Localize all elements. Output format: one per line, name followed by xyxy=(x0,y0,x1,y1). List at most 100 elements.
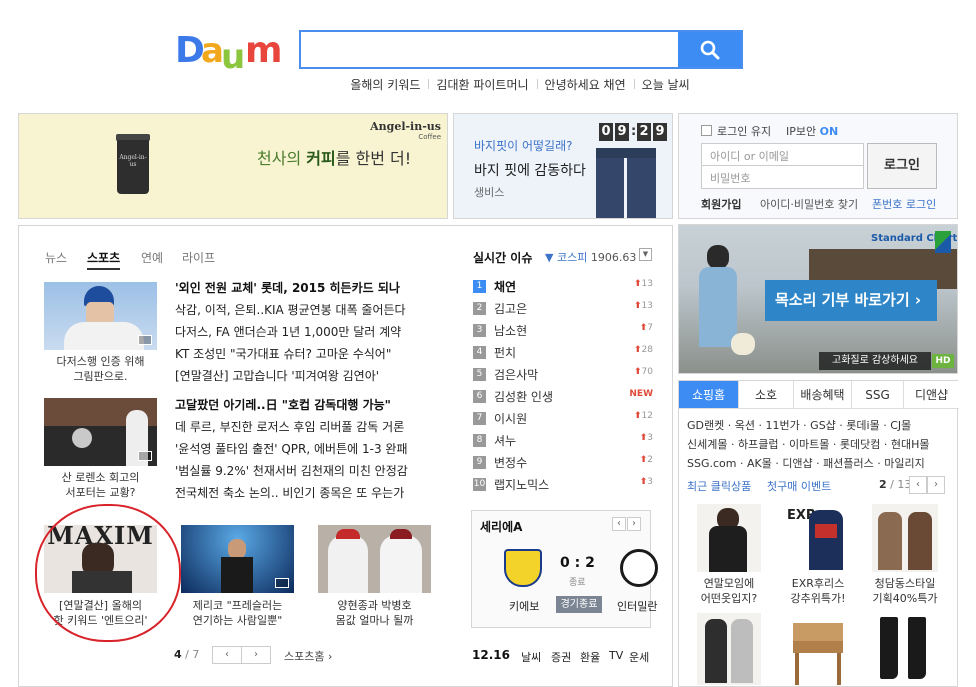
league-prev-button[interactable]: ‹ xyxy=(612,517,626,531)
news-link[interactable]: '윤석영 풀타임 출전' QPR, 에버튼에 1-3 완패 xyxy=(175,440,407,457)
product-caption[interactable]: 청담동스타일 기획40%특가 xyxy=(865,576,945,606)
search-input[interactable] xyxy=(301,32,681,67)
rank-item[interactable]: 8 셔누 ⬆3 xyxy=(473,432,653,452)
league-next-button[interactable]: › xyxy=(627,517,641,531)
rank-item[interactable]: 3 남소현 ⬆7 xyxy=(473,322,653,342)
news-thumbnail-wwe[interactable] xyxy=(181,525,294,593)
rank-item[interactable]: 4 펀치 ⬆28 xyxy=(473,344,653,364)
product-image-coat[interactable] xyxy=(872,504,938,572)
news-link[interactable]: KT 조성민 "국가대표 슈터? 고마운 수식어" xyxy=(175,345,391,362)
signup-link[interactable]: 회원가입 xyxy=(701,196,741,212)
rank-item[interactable]: 9 변정수 ⬆2 xyxy=(473,454,653,474)
tab-life[interactable]: 라이프 xyxy=(182,249,215,266)
product-image-boots[interactable] xyxy=(872,613,938,685)
exchange-link[interactable]: 환율 xyxy=(580,649,600,665)
tab-delivery[interactable]: 배송혜택 xyxy=(794,381,852,409)
news-link[interactable]: '범실률 9.2%' 천재서버 김천재의 미친 안정감 xyxy=(175,462,408,479)
ip-security-label[interactable]: IP보안 ON xyxy=(786,123,838,139)
product-caption[interactable]: EXR후리스 강추위특가! xyxy=(778,576,858,606)
keyword-link[interactable]: 오늘 날씨 xyxy=(633,76,698,93)
find-account-link[interactable]: 아이디·비밀번호 찾기 xyxy=(760,196,858,212)
rank-change-value: 2 xyxy=(647,455,653,465)
first-purchase-link[interactable]: 첫구매 이벤트 xyxy=(767,478,831,494)
away-team[interactable]: 인터밀란 xyxy=(617,598,657,614)
keep-login-label[interactable]: 로그인 유지 xyxy=(717,123,771,139)
product-caption[interactable]: 연말모임에 어떤옷입지? xyxy=(689,576,769,606)
keyword-link[interactable]: 올해의 키워드 xyxy=(342,76,428,93)
tab-soho[interactable]: 소호 xyxy=(739,381,794,409)
product-image-desk[interactable] xyxy=(783,613,853,685)
tab-shopping-home[interactable]: 쇼핑홈 xyxy=(679,381,739,409)
tv-link[interactable]: TV xyxy=(609,649,623,662)
tab-entertainment[interactable]: 연예 xyxy=(141,249,163,266)
news-headline[interactable]: '외인 전원 교체' 롯데, 2015 히든카드 되나 xyxy=(175,279,400,296)
home-team[interactable]: 키에보 xyxy=(509,598,539,614)
fortune-link[interactable]: 운세 xyxy=(629,649,649,665)
keep-login-checkbox[interactable] xyxy=(701,125,712,136)
news-link[interactable]: [연말결산] 고맙습니다 '피겨여왕 김연아' xyxy=(175,367,379,384)
rank-item[interactable]: 2 김고은 ⬆13 xyxy=(473,300,653,320)
rank-keyword: 변정수 xyxy=(494,456,528,470)
login-button[interactable]: 로그인 xyxy=(867,143,937,189)
shop-prev-button[interactable]: ‹ xyxy=(909,476,927,494)
product-image-dress[interactable] xyxy=(697,504,761,572)
rank-item[interactable]: 7 이시원 ⬆12 xyxy=(473,410,653,430)
password-field[interactable]: 비밀번호 xyxy=(701,166,864,189)
clock-digit: 9 xyxy=(615,123,629,141)
news-thumbnail-dodgers[interactable] xyxy=(44,282,157,350)
tab-news[interactable]: 뉴스 xyxy=(45,249,67,266)
kospi-dropdown[interactable]: ▼ xyxy=(639,248,652,261)
stock-link[interactable]: 증권 xyxy=(551,649,571,665)
id-field[interactable]: 아이디 or 이메일 xyxy=(701,143,864,166)
tab-sports[interactable]: 스포츠 xyxy=(87,249,121,270)
rank-item[interactable]: 10 랩지노믹스 ⬆3 xyxy=(473,476,653,496)
shop-links-row[interactable]: SSG.com · AK몰 · 디앤샵 · 패션플러스 · 마일리지 xyxy=(687,455,925,471)
news-link[interactable]: 다저스, FA 앤더슨과 1년 1,000만 달러 계약 xyxy=(175,323,401,340)
tab-dnshop[interactable]: 디앤샵 xyxy=(904,381,959,409)
angelinus-ad-banner[interactable]: Angel-in-us Angel-in-us Coffee 천사의 커피를 한… xyxy=(18,113,448,219)
rank-item[interactable]: 1 채연 ⬆13 xyxy=(473,278,653,298)
recent-products-link[interactable]: 최근 클릭상품 xyxy=(687,478,751,494)
thumb-caption[interactable]: 제리코 "프레슬러는 연기하는 사람일뿐" xyxy=(181,598,294,628)
product-image-fleece[interactable]: EXR xyxy=(783,504,853,572)
thumb-caption[interactable]: 양현종과 박병호 몸값 얼마나 될까 xyxy=(318,598,431,628)
hd-button[interactable]: 고화질로 감상하세요 xyxy=(819,352,931,370)
rank-item[interactable]: 6 김성환 인생 NEW xyxy=(473,388,653,408)
product-image-fashion[interactable] xyxy=(697,613,761,685)
rank-keyword: 검은사막 xyxy=(494,368,539,382)
rank-number: 8 xyxy=(473,434,486,447)
next-button[interactable]: › xyxy=(241,646,271,664)
prev-button[interactable]: ‹ xyxy=(212,646,242,664)
tab-ssg[interactable]: SSG xyxy=(852,381,904,409)
match-result-button[interactable]: 경기종료 xyxy=(556,596,602,613)
phone-login-link[interactable]: 폰번호 로그인 xyxy=(872,196,936,212)
thumb-caption[interactable]: 산 로렌소 회고의 서포터는 교황? xyxy=(44,470,157,500)
rank-change: ⬆7 xyxy=(640,323,653,333)
thumb-caption[interactable]: 다저스행 인증 위해 그림판으로. xyxy=(44,354,157,384)
kospi-index[interactable]: ▼ 코스피 1906.63 xyxy=(545,249,636,265)
rank-item[interactable]: 5 검은사막 ⬆70 xyxy=(473,366,653,386)
standard-chartered-banner[interactable]: Standard Chartered 목소리 기부 바로가기 › 고화질로 감상… xyxy=(678,224,958,374)
sports-home-link[interactable]: 스포츠홈 › xyxy=(284,648,332,664)
search-button[interactable] xyxy=(678,32,741,67)
news-headline[interactable]: 고달팠던 아기레..日 "호컵 감독대행 가능" xyxy=(175,396,391,413)
slogan-pre: 천사의 xyxy=(257,149,307,168)
daum-logo[interactable]: D a u m xyxy=(175,28,287,77)
weather-link[interactable]: 날씨 xyxy=(521,649,541,665)
shop-next-button[interactable]: › xyxy=(927,476,945,494)
cup-logo: Angel-in-us xyxy=(119,154,147,168)
news-thumbnail-baseball[interactable] xyxy=(318,525,431,593)
keyword-link[interactable]: 김대환 파이트머니 xyxy=(428,76,536,93)
news-link[interactable]: 전국체전 축소 논의.. 비인기 종목은 또 우는가 xyxy=(175,484,404,501)
voice-donation-button[interactable]: 목소리 기부 바로가기 › xyxy=(765,280,937,321)
news-link[interactable]: 데 루르, 부진한 로저스 후임 리버풀 감독 거론 xyxy=(175,418,404,435)
shop-links-row[interactable]: GD랜켓 · 옥션 · 11번가 · GS샵 · 롯데i몰 · CJ몰 xyxy=(687,417,911,433)
news-link[interactable]: 삭감, 이적, 은퇴..KIA 평균연봉 대폭 줄어든다 xyxy=(175,301,406,318)
news-thumbnail-pope[interactable] xyxy=(44,398,157,466)
svg-text:m: m xyxy=(245,30,283,71)
keyword-link[interactable]: 안녕하세요 채연 xyxy=(536,76,634,93)
shop-links-row[interactable]: 신세계몰 · 하프클럽 · 이마트몰 · 롯데닷컴 · 현대H몰 xyxy=(687,436,930,452)
pants-ad-banner[interactable]: 바지핏이 어떻길래? 바지 핏에 감동하다 생비스 0 9 : 2 9 xyxy=(453,113,673,219)
triangle-down-icon: ▼ xyxy=(545,251,554,264)
rank-change: ⬆3 xyxy=(640,433,653,443)
